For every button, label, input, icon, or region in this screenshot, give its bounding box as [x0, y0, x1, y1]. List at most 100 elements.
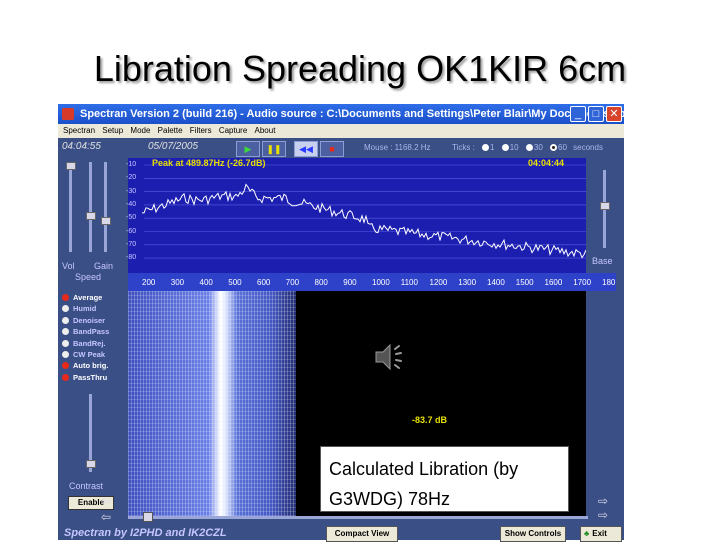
gain-slider-track[interactable]: [89, 162, 92, 252]
ticks-radio-10[interactable]: [501, 144, 509, 151]
option-label: PassThru: [73, 372, 108, 382]
scroll-slider-thumb[interactable]: [143, 512, 153, 522]
option-radio[interactable]: [62, 362, 69, 370]
vol-slider-track[interactable]: [69, 162, 72, 252]
frequency-tick-label: 200: [142, 278, 156, 287]
menu-spectran[interactable]: Spectran: [63, 126, 95, 135]
menu-palette[interactable]: Palette: [158, 126, 183, 135]
frequency-tick-label: 700: [285, 278, 300, 287]
option-denoiser[interactable]: Denoiser: [62, 315, 109, 326]
option-label: BandPass: [73, 327, 110, 337]
frequency-tick-label: 1100: [400, 278, 418, 287]
gain-label: Gain: [94, 261, 114, 271]
ticks-unit: seconds: [573, 143, 603, 152]
rewind-button[interactable]: ◀◀: [294, 141, 318, 157]
frequency-tick-label: 1200: [429, 278, 448, 287]
speed-label: Speed: [75, 272, 102, 282]
option-radio[interactable]: [62, 305, 69, 313]
maximize-button[interactable]: □: [588, 106, 604, 122]
frequency-tick-label: 1500: [515, 278, 534, 287]
menu-capture[interactable]: Capture: [219, 126, 247, 135]
processing-options: Average Humid Denoiser BandPass BandRej.…: [62, 292, 109, 383]
db-tick-label: -50: [126, 214, 137, 222]
gain-slider-thumb[interactable]: [86, 212, 96, 220]
option-radio[interactable]: [62, 328, 69, 336]
ticks-radio-1[interactable]: [482, 144, 490, 151]
vol-label: Vol: [62, 261, 75, 271]
mouse-readout: Mouse : 1168.2 Hz: [364, 143, 431, 152]
db-tick-label: -60: [126, 227, 137, 235]
option-label: BandRej.: [73, 338, 106, 348]
peak-readout: Peak at 489.87Hz (-26.7dB): [152, 158, 266, 168]
option-radio[interactable]: [62, 350, 69, 358]
db-tick-label: -40: [126, 200, 137, 208]
libration-caption: Calculated Libration (by G3WDG) 78Hz: [320, 446, 569, 512]
minimize-button[interactable]: _: [570, 106, 586, 122]
exit-label: Exit: [592, 529, 607, 538]
left-arrow-icon[interactable]: ⇦: [101, 510, 111, 524]
window-titlebar[interactable]: Spectran Version 2 (build 216) - Audio s…: [58, 104, 624, 124]
db-tick-label: -10: [126, 161, 137, 168]
menu-setup[interactable]: Setup: [102, 126, 123, 135]
left-arrow-icon[interactable]: ⇦: [101, 494, 111, 508]
option-auto-brig[interactable]: Auto brig.: [62, 360, 109, 371]
waterfall-db-readout: -83.7 dB: [412, 415, 448, 425]
option-bandrej[interactable]: BandRej.: [62, 338, 109, 349]
menu-filters[interactable]: Filters: [190, 126, 212, 135]
db-tick-label: -70: [126, 240, 137, 248]
vol-slider-thumb[interactable]: [66, 162, 76, 170]
menu-mode[interactable]: Mode: [130, 126, 150, 135]
ticks-option-60: 60: [558, 143, 567, 152]
option-label: Humid: [73, 304, 97, 314]
stop-button[interactable]: ■: [320, 141, 344, 157]
option-passthru[interactable]: PassThru: [62, 372, 109, 383]
right-arrow-icon[interactable]: ⇨: [598, 494, 608, 508]
frequency-tick-label: 1400: [487, 278, 505, 287]
exit-icon: ♣: [584, 529, 590, 538]
ticks-radio-60[interactable]: [550, 144, 558, 151]
slide-title: Libration Spreading OK1KIR 6cm: [93, 48, 627, 89]
option-average[interactable]: Average: [62, 292, 109, 303]
frequency-tick-label: 1000: [372, 278, 390, 287]
menubar: Spectran Setup Mode Palette Filters Capt…: [58, 124, 624, 138]
option-radio[interactable]: [62, 294, 69, 301]
frequency-tick-label: 180: [602, 278, 616, 287]
contrast-label: Contrast: [69, 481, 104, 491]
ticks-selector[interactable]: Ticks : 1 10 30 60 seconds: [452, 143, 603, 152]
contrast-slider-thumb[interactable]: [86, 460, 96, 468]
frequency-tick-label: 300: [170, 278, 185, 287]
spectrum-trace: [142, 183, 586, 259]
frequency-axis: 200 300 400 500 600 700 800 900 1000 1100 1200 1300…: [128, 273, 616, 291]
frequency-tick-label: 600: [257, 278, 271, 287]
ticks-option-1: 1: [490, 143, 495, 152]
option-humid[interactable]: Humid: [62, 303, 109, 314]
frequency-tick-label: 400: [199, 278, 213, 287]
menu-about[interactable]: About: [255, 126, 276, 135]
close-button[interactable]: ✕: [606, 106, 622, 122]
option-label: Average: [73, 293, 103, 302]
option-radio[interactable]: [62, 316, 69, 324]
app-icon: [62, 108, 74, 120]
option-cw-peak[interactable]: CW Peak: [62, 349, 109, 360]
db-tick-label: -80: [126, 254, 137, 262]
base-label: Base: [592, 256, 613, 266]
option-bandpass[interactable]: BandPass: [62, 326, 109, 337]
ticks-option-10: 10: [509, 143, 519, 152]
speed-slider-thumb[interactable]: [101, 217, 111, 225]
option-radio[interactable]: [62, 373, 69, 381]
ticks-radio-30[interactable]: [525, 144, 533, 151]
ticks-option-30: 30: [533, 143, 543, 152]
db-tick-label: -30: [126, 187, 137, 195]
scroll-slider-track[interactable]: [128, 516, 588, 519]
option-radio[interactable]: [62, 339, 69, 347]
speaker-icon: [375, 343, 402, 371]
speed-slider-track[interactable]: [104, 162, 107, 252]
play-button[interactable]: ▶: [236, 141, 260, 157]
frequency-tick-label: 800: [314, 278, 328, 287]
base-slider-thumb[interactable]: [600, 202, 610, 210]
pause-button[interactable]: ❚❚: [262, 141, 286, 157]
ticks-label: Ticks :: [452, 143, 475, 152]
signal-band: [128, 291, 296, 516]
clock-date: 05/07/2005: [148, 141, 199, 152]
right-arrow-icon[interactable]: ⇨: [598, 508, 608, 522]
